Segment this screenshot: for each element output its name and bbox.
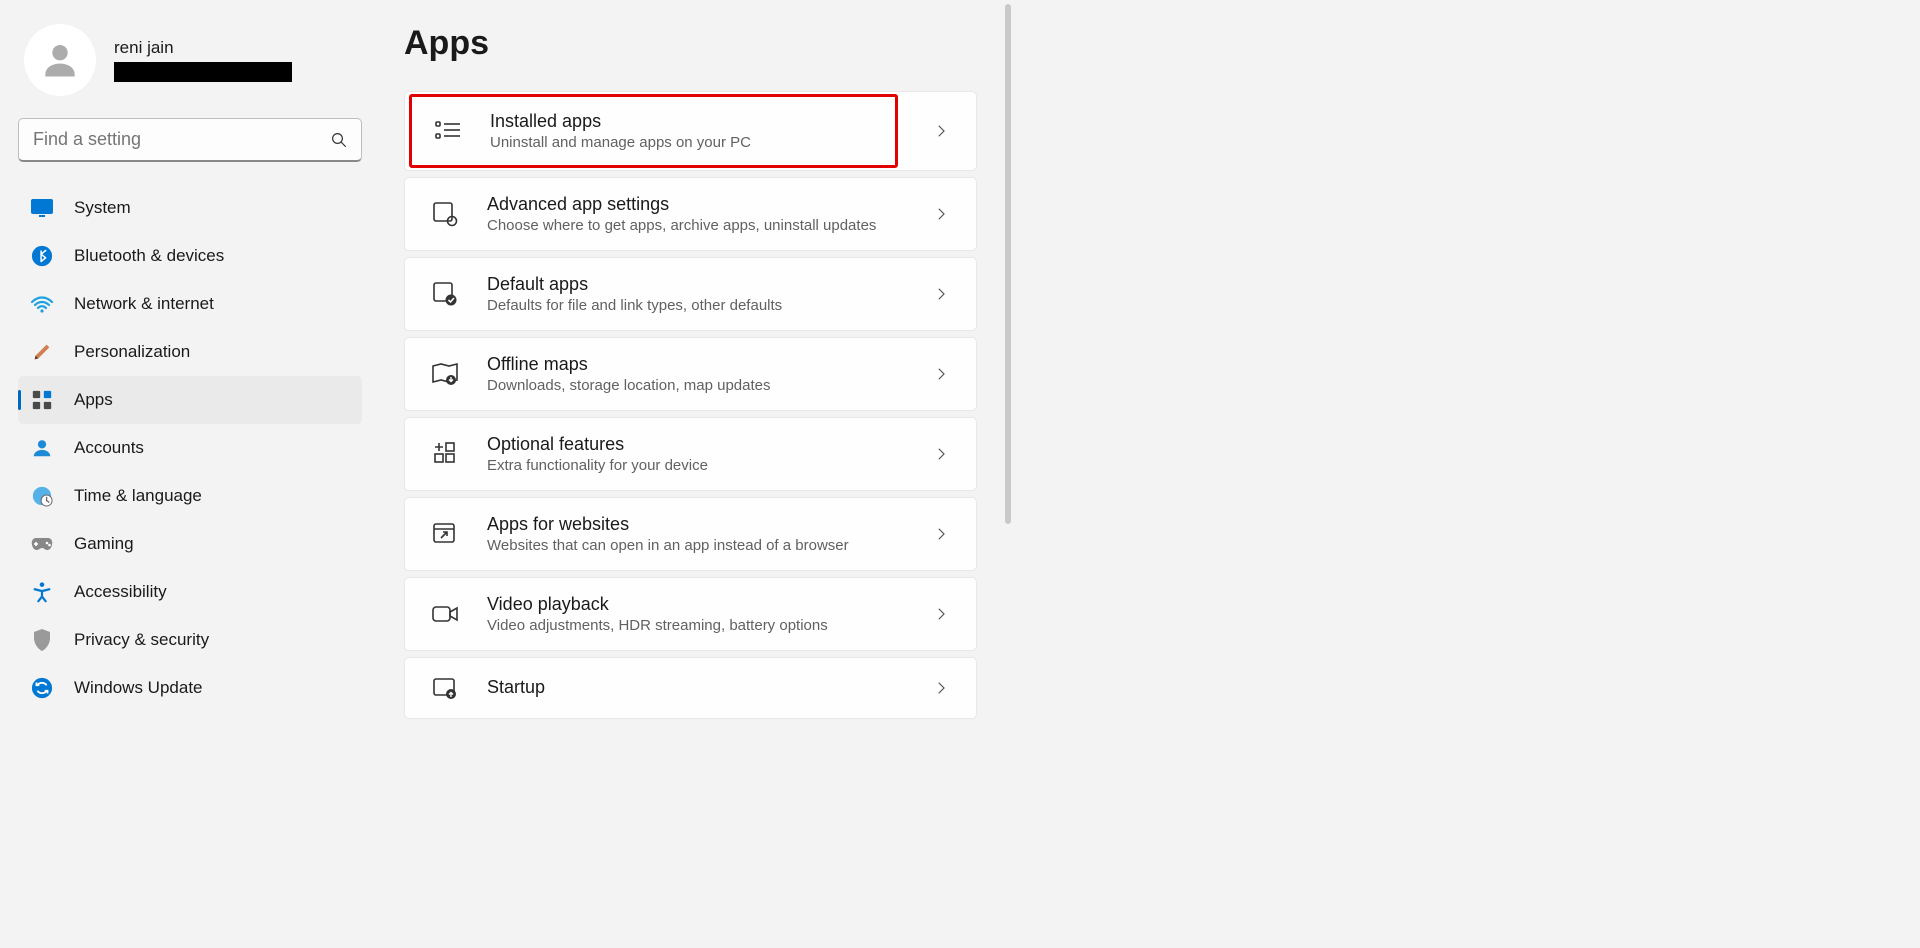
card-subtitle: Uninstall and manage apps on your PC (490, 134, 751, 151)
map-download-icon (431, 360, 459, 388)
chevron-right-icon (932, 122, 950, 140)
card-subtitle: Choose where to get apps, archive apps, … (487, 217, 904, 234)
sidebar-item-label: Accounts (74, 438, 144, 458)
card-installed-apps[interactable]: Installed apps Uninstall and manage apps… (404, 91, 977, 171)
sidebar-item-system[interactable]: System (18, 184, 362, 232)
sidebar-item-personalization[interactable]: Personalization (18, 328, 362, 376)
card-title: Startup (487, 677, 904, 698)
sidebar-item-label: Privacy & security (74, 630, 209, 650)
card-optional-features[interactable]: Optional features Extra functionality fo… (404, 417, 977, 491)
card-title: Advanced app settings (487, 194, 904, 215)
accessibility-icon (30, 580, 54, 604)
chevron-right-icon (932, 365, 950, 383)
sidebar-item-label: Bluetooth & devices (74, 246, 224, 266)
sidebar-item-label: Accessibility (74, 582, 167, 602)
page-title: Apps (404, 24, 977, 63)
shield-icon (30, 628, 54, 652)
card-video-playback[interactable]: Video playback Video adjustments, HDR st… (404, 577, 977, 651)
sync-icon (30, 676, 54, 700)
scrollbar[interactable] (1005, 4, 1011, 524)
sidebar-item-label: Gaming (74, 534, 134, 554)
grid-plus-icon (431, 440, 459, 468)
display-icon (30, 196, 54, 220)
person-icon (30, 436, 54, 460)
profile-info: reni jain (114, 38, 292, 82)
card-default-apps[interactable]: Default apps Defaults for file and link … (404, 257, 977, 331)
window-link-icon (431, 520, 459, 548)
sidebar-item-label: Time & language (74, 486, 202, 506)
app-gear-icon (431, 200, 459, 228)
profile[interactable]: reni jain (18, 24, 362, 114)
wifi-icon (30, 292, 54, 316)
video-icon (431, 600, 459, 628)
gamepad-icon (30, 532, 54, 556)
person-icon (38, 38, 82, 82)
sidebar-item-network[interactable]: Network & internet (18, 280, 362, 328)
sidebar-item-label: Apps (74, 390, 113, 410)
sidebar-item-gaming[interactable]: Gaming (18, 520, 362, 568)
main-content: Apps Installed apps Uninstall and manage… (380, 0, 1013, 725)
sidebar-item-label: Network & internet (74, 294, 214, 314)
sidebar-item-label: System (74, 198, 131, 218)
clock-globe-icon (30, 484, 54, 508)
bluetooth-icon (30, 244, 54, 268)
card-title: Default apps (487, 274, 904, 295)
chevron-right-icon (932, 285, 950, 303)
app-check-icon (431, 280, 459, 308)
sidebar-item-apps[interactable]: Apps (18, 376, 362, 424)
sidebar-item-label: Windows Update (74, 678, 203, 698)
sidebar-item-label: Personalization (74, 342, 190, 362)
card-subtitle: Video adjustments, HDR streaming, batter… (487, 617, 904, 634)
sidebar-item-accessibility[interactable]: Accessibility (18, 568, 362, 616)
card-advanced-app-settings[interactable]: Advanced app settings Choose where to ge… (404, 177, 977, 251)
highlight-annotation: Installed apps Uninstall and manage apps… (409, 94, 898, 168)
card-subtitle: Defaults for file and link types, other … (487, 297, 904, 314)
chevron-right-icon (932, 445, 950, 463)
nav: System Bluetooth & devices Network & int… (18, 184, 362, 712)
card-subtitle: Downloads, storage location, map updates (487, 377, 904, 394)
search-input[interactable] (18, 118, 362, 162)
paintbrush-icon (30, 340, 54, 364)
card-title: Offline maps (487, 354, 904, 375)
card-startup[interactable]: Startup (404, 657, 977, 719)
sidebar-item-accounts[interactable]: Accounts (18, 424, 362, 472)
search-box[interactable] (18, 118, 362, 162)
chevron-right-icon (932, 205, 950, 223)
profile-name: reni jain (114, 38, 292, 58)
card-title: Video playback (487, 594, 904, 615)
startup-icon (431, 674, 459, 702)
card-apps-for-websites[interactable]: Apps for websites Websites that can open… (404, 497, 977, 571)
sidebar-item-bluetooth[interactable]: Bluetooth & devices (18, 232, 362, 280)
sidebar-item-privacy[interactable]: Privacy & security (18, 616, 362, 664)
list-icon (434, 117, 462, 145)
profile-email-redacted (114, 62, 292, 82)
card-title: Installed apps (490, 111, 751, 132)
chevron-right-icon (932, 605, 950, 623)
sidebar: reni jain System Bluetooth & devices (0, 0, 380, 948)
card-offline-maps[interactable]: Offline maps Downloads, storage location… (404, 337, 977, 411)
apps-icon (30, 388, 54, 412)
card-title: Apps for websites (487, 514, 904, 535)
avatar (24, 24, 96, 96)
sidebar-item-update[interactable]: Windows Update (18, 664, 362, 712)
chevron-right-icon (932, 525, 950, 543)
sidebar-item-time[interactable]: Time & language (18, 472, 362, 520)
card-subtitle: Websites that can open in an app instead… (487, 537, 904, 554)
card-title: Optional features (487, 434, 904, 455)
chevron-right-icon (932, 679, 950, 697)
card-subtitle: Extra functionality for your device (487, 457, 904, 474)
search-icon (330, 131, 348, 149)
